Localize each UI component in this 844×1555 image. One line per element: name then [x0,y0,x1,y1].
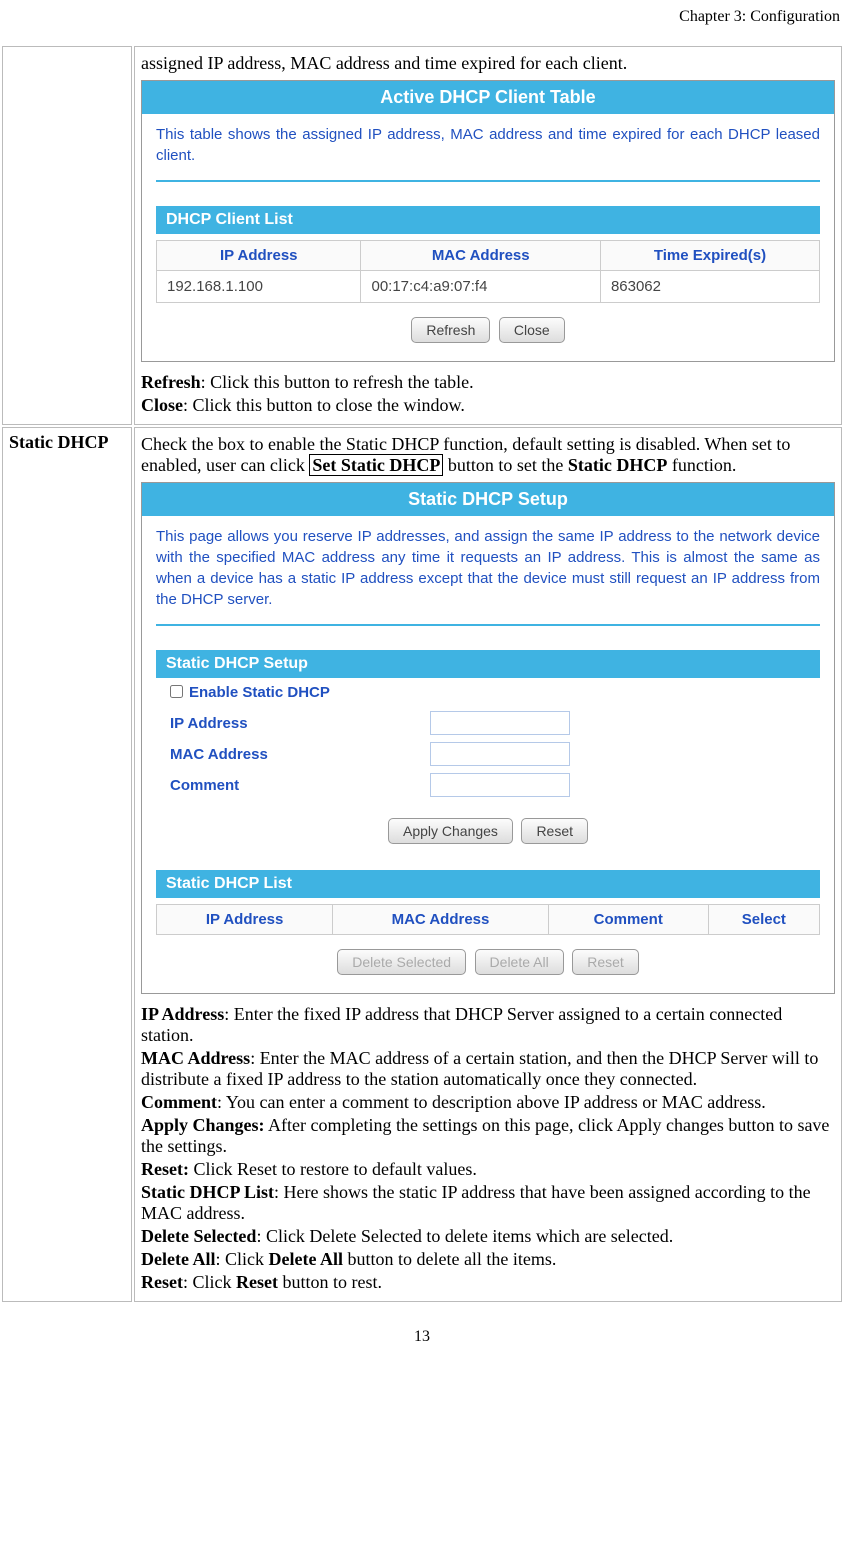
close-button[interactable]: Close [499,317,565,343]
ip-def-label: IP Address [141,1004,224,1024]
dhcp-client-list-header: DHCP Client List [156,206,820,234]
ip-address-row: IP Address [170,711,820,735]
close-def-text: : Click this button to close the window. [183,395,465,415]
comment-label: Comment [170,777,430,794]
active-dhcp-title: Active DHCP Client Table [142,81,834,114]
apply-def-label: Apply Changes: [141,1115,265,1135]
page-number: 13 [0,1304,844,1356]
mac-def-label: MAC Address [141,1048,250,1068]
close-definition: Close: Click this button to close the wi… [141,395,835,416]
ip-address-input[interactable] [430,711,570,735]
comment-row: Comment [170,773,820,797]
chapter-header: Chapter 3: Configuration [0,0,844,44]
comment-definition: Comment: You can enter a comment to desc… [141,1092,835,1113]
refresh-def-text: : Click this button to refresh the table… [201,372,474,392]
intro-bold: Static DHCP [568,455,667,475]
delsel-definition: Delete Selected: Click Delete Selected t… [141,1226,835,1247]
static-dhcp-setup-header: Static DHCP Setup [156,650,820,678]
reset-def-label: Reset: [141,1159,189,1179]
cell-time: 863062 [600,271,819,303]
delall-def-t1: : Click [215,1249,268,1269]
list-def-label: Static DHCP List [141,1182,274,1202]
intro-part3: function. [667,455,736,475]
active-dhcp-desc: This table shows the assigned IP address… [156,124,820,182]
active-dhcp-panel: Active DHCP Client Table This table show… [141,80,835,362]
reset2-def-label: Reset [141,1272,183,1292]
delete-all-button[interactable]: Delete All [475,949,564,975]
reset-button[interactable]: Reset [521,818,588,844]
delall-def-t2: button to delete all the items. [343,1249,556,1269]
row1-label-cell [2,46,132,425]
row1-content-cell: assigned IP address, MAC address and tim… [134,46,842,425]
delsel-def-label: Delete Selected [141,1226,256,1246]
mac-address-input[interactable] [430,742,570,766]
ip-definition: IP Address: Enter the fixed IP address t… [141,1004,835,1046]
row1-intro: assigned IP address, MAC address and tim… [141,53,835,74]
reset-def-text: Click Reset to restore to default values… [189,1159,477,1179]
delall-definition: Delete All: Click Delete All button to d… [141,1249,835,1270]
enable-static-dhcp-checkbox[interactable] [170,685,183,698]
col-mac: MAC Address [361,241,600,271]
col-ip: IP Address [157,241,361,271]
enable-static-dhcp-row: Enable Static DHCP [170,684,820,701]
delall-def-label: Delete All [141,1249,215,1269]
row2-label-cell: Static DHCP [2,427,132,1302]
set-static-dhcp-boxed: Set Static DHCP [309,454,443,476]
config-table: assigned IP address, MAC address and tim… [0,44,844,1304]
list-col-comment: Comment [548,905,708,935]
apply-changes-button[interactable]: Apply Changes [388,818,513,844]
static-dhcp-title: Static DHCP Setup [142,483,834,516]
static-dhcp-intro: Check the box to enable the Static DHCP … [141,434,835,476]
cell-mac: 00:17:c4:a9:07:f4 [361,271,600,303]
cell-ip: 192.168.1.100 [157,271,361,303]
intro-part2: button to set the [443,455,568,475]
apply-definition: Apply Changes: After completing the sett… [141,1115,835,1157]
refresh-button[interactable]: Refresh [411,317,490,343]
static-dhcp-list-header: Static DHCP List [156,870,820,898]
list-col-select: Select [708,905,819,935]
reset2-definition: Reset: Click Reset button to rest. [141,1272,835,1293]
static-dhcp-list-table: IP Address MAC Address Comment Select [156,904,820,935]
list-col-ip: IP Address [157,905,333,935]
reset-definition: Reset: Click Reset to restore to default… [141,1159,835,1180]
list-definition: Static DHCP List: Here shows the static … [141,1182,835,1224]
reset2-def-bold: Reset [236,1272,278,1292]
close-def-label: Close [141,395,183,415]
refresh-def-label: Refresh [141,372,201,392]
static-dhcp-desc: This page allows you reserve IP addresse… [156,526,820,626]
mac-definition: MAC Address: Enter the MAC address of a … [141,1048,835,1090]
comment-def-label: Comment [141,1092,217,1112]
delall-def-bold: Delete All [268,1249,342,1269]
dhcp-client-table: IP Address MAC Address Time Expired(s) 1… [156,240,820,303]
delsel-def-text: : Click Delete Selected to delete items … [256,1226,673,1246]
list-col-mac: MAC Address [333,905,549,935]
reset2-def-t1: : Click [183,1272,236,1292]
delete-selected-button[interactable]: Delete Selected [337,949,466,975]
ip-address-label: IP Address [170,715,430,732]
reset2-def-t2: button to rest. [278,1272,382,1292]
comment-def-text: : You can enter a comment to description… [217,1092,766,1112]
col-time: Time Expired(s) [600,241,819,271]
static-dhcp-panel: Static DHCP Setup This page allows you r… [141,482,835,994]
comment-input[interactable] [430,773,570,797]
refresh-definition: Refresh: Click this button to refresh th… [141,372,835,393]
mac-address-label: MAC Address [170,746,430,763]
row2-content-cell: Check the box to enable the Static DHCP … [134,427,842,1302]
reset-list-button[interactable]: Reset [572,949,639,975]
enable-static-dhcp-label: Enable Static DHCP [189,684,330,701]
table-row: 192.168.1.100 00:17:c4:a9:07:f4 863062 [157,271,820,303]
mac-address-row: MAC Address [170,742,820,766]
ip-def-text: : Enter the fixed IP address that DHCP S… [141,1004,782,1045]
